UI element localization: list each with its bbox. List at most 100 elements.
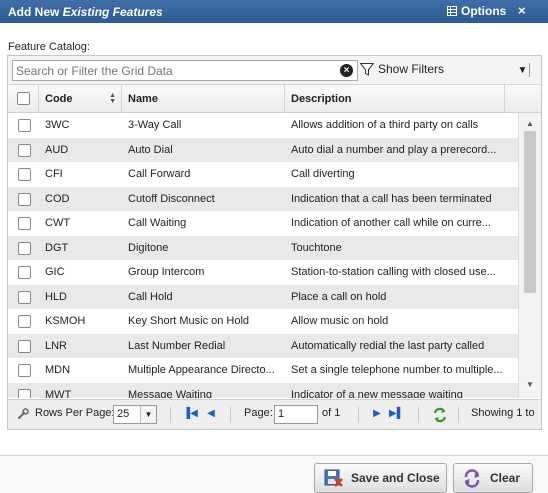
row-checkbox[interactable] [18, 290, 31, 304]
options-label: Options [461, 4, 507, 18]
cell-description: Indicator of a new message waiting [291, 388, 463, 399]
cell-name: Multiple Appearance Directo... [128, 364, 275, 376]
table-row[interactable]: COD Cutoff Disconnect Indication that a ca… [8, 186, 518, 211]
rows-per-page-select[interactable]: 25 ▼ [113, 405, 157, 424]
row-checkbox[interactable] [18, 315, 31, 328]
cell-description: Allow music on hold [291, 315, 389, 327]
row-checkbox[interactable] [18, 143, 31, 157]
cell-code: MDN [45, 364, 71, 376]
row-checkbox[interactable] [18, 364, 31, 377]
last-page-icon[interactable]: ▶▌ [389, 408, 404, 421]
prev-page-icon[interactable]: ◀ [204, 408, 218, 421]
column-header-code-label: Code [45, 93, 73, 105]
cell-code: AUD [45, 143, 69, 156]
pager-divider [358, 407, 359, 423]
table-row[interactable]: CWT Call Waiting Indication of another cal… [8, 211, 518, 236]
cell-name: Group Intercom [128, 266, 205, 278]
cell-name: Message Waiting [128, 388, 212, 399]
clear-search-icon[interactable]: × [340, 64, 353, 77]
table-row[interactable]: HLD Call Hold Place a call on hold [8, 284, 518, 309]
row-checkbox[interactable] [18, 217, 31, 230]
cell-code: HLD [45, 290, 68, 303]
scroll-up-icon[interactable]: ▲ [523, 119, 537, 131]
cell-description: Touchtone [291, 241, 342, 254]
pager-divider [458, 407, 459, 423]
table-row[interactable]: CFI Call Forward Call diverting [8, 162, 518, 187]
cell-code: LNR [45, 339, 68, 352]
scrollbar-thumb[interactable] [524, 131, 536, 293]
cell-code: CFI [45, 168, 63, 180]
table-row[interactable]: KSMOH Key Short Music on Hold Allow music … [8, 309, 518, 334]
cell-name: Call Forward [128, 168, 191, 180]
column-header-name[interactable]: Name [122, 85, 285, 113]
cell-name: Digitone [128, 241, 169, 254]
cell-description: Place a call on hold [291, 290, 387, 303]
cell-code: COD [45, 192, 70, 205]
caret-down-icon: ▼ [517, 64, 528, 76]
wrench-icon [18, 408, 29, 419]
showing-range-text: Showing 1 to [471, 407, 535, 419]
cell-name: Call Waiting [128, 217, 187, 229]
pager-divider [170, 407, 171, 423]
table-row[interactable]: AUD Auto Dial Auto dial a number and play … [8, 137, 518, 162]
cell-code: MWT [45, 388, 72, 399]
search-box: × [12, 60, 358, 81]
table-row[interactable]: GIC Group Intercom Station-to-station call… [8, 260, 518, 285]
search-input[interactable] [13, 61, 331, 80]
row-checkbox[interactable] [18, 168, 31, 181]
select-all-checkbox[interactable] [17, 92, 30, 105]
sort-arrows-icon: ▲ ▼ [109, 92, 116, 105]
row-checkbox[interactable] [18, 119, 31, 132]
table-row[interactable]: DGT Digitone Touchtone [8, 235, 518, 260]
row-checkbox[interactable] [18, 339, 31, 353]
save-and-close-button[interactable]: Save and Close [314, 463, 447, 493]
page-number-input[interactable]: 1 [274, 405, 318, 424]
chevron-down-icon: ▼ [140, 406, 156, 423]
refresh-icon[interactable] [432, 407, 448, 423]
options-button[interactable]: Options [447, 4, 506, 18]
scroll-down-icon[interactable]: ▼ [523, 380, 537, 392]
cell-description: Indication of another call while on curr… [291, 217, 491, 229]
cell-code: KSMOH [45, 315, 86, 327]
cell-name: Auto Dial [128, 143, 173, 156]
cell-name: Call Hold [128, 290, 173, 303]
rows-per-page-value: 25 [117, 408, 130, 420]
cell-name: Key Short Music on Hold [128, 315, 250, 327]
cell-description: Auto dial a number and play a prerecord.… [291, 143, 497, 156]
table-row[interactable]: LNR Last Number Redial Automatically redia… [8, 333, 518, 358]
table-row[interactable]: MWT Message Waiting Indicator of a new mes… [8, 382, 518, 399]
next-page-icon[interactable]: ▶ [370, 408, 384, 421]
column-header-description-label: Description [291, 93, 352, 105]
show-filters-label: Show Filters [378, 62, 445, 76]
column-header-description[interactable]: Description [285, 85, 505, 113]
clear-label: Clear [490, 471, 521, 485]
vertical-scrollbar[interactable]: ▲ ▼ [518, 113, 541, 398]
show-filters-button[interactable]: Show Filters [360, 62, 444, 76]
dialog-titlebar: Add New Existing Features Options × [0, 0, 548, 23]
column-header-code[interactable]: Code ▲ ▼ [39, 85, 122, 113]
toolbar-menu-button[interactable]: ▼ [510, 60, 538, 80]
save-and-close-label: Save and Close [351, 471, 440, 485]
page-label: Page: [244, 407, 273, 419]
cell-description: Automatically redial the last party call… [291, 339, 485, 352]
table-row[interactable]: 3WC 3-Way Call Allows addition of a third … [8, 113, 518, 138]
dialog-title-plain: Add New [8, 5, 63, 19]
dialog-title: Add New Existing Features [8, 5, 163, 19]
row-checkbox[interactable] [18, 388, 31, 398]
grid-options-icon [447, 6, 457, 16]
page-count-label: of 1 [322, 407, 341, 419]
first-page-icon[interactable]: ▐◀ [183, 408, 198, 421]
save-close-icon [324, 469, 343, 487]
grid-header: Code ▲ ▼ Name Description [8, 85, 541, 113]
cell-code: CWT [45, 217, 71, 229]
clear-button[interactable]: Clear [453, 463, 533, 493]
rows-per-page-label: Rows Per Page: [35, 407, 115, 419]
cell-name: Cutoff Disconnect [128, 192, 215, 205]
table-row[interactable]: MDN Multiple Appearance Directo... Set a s… [8, 358, 518, 383]
row-checkbox[interactable] [18, 192, 31, 206]
funnel-icon [360, 62, 374, 76]
row-checkbox[interactable] [18, 266, 31, 279]
row-checkbox[interactable] [18, 241, 31, 255]
grid-pager: Rows Per Page: 25 ▼ ▐◀ ◀ Page: 1 of 1 ▶ … [8, 399, 541, 429]
close-icon[interactable]: × [518, 3, 526, 18]
